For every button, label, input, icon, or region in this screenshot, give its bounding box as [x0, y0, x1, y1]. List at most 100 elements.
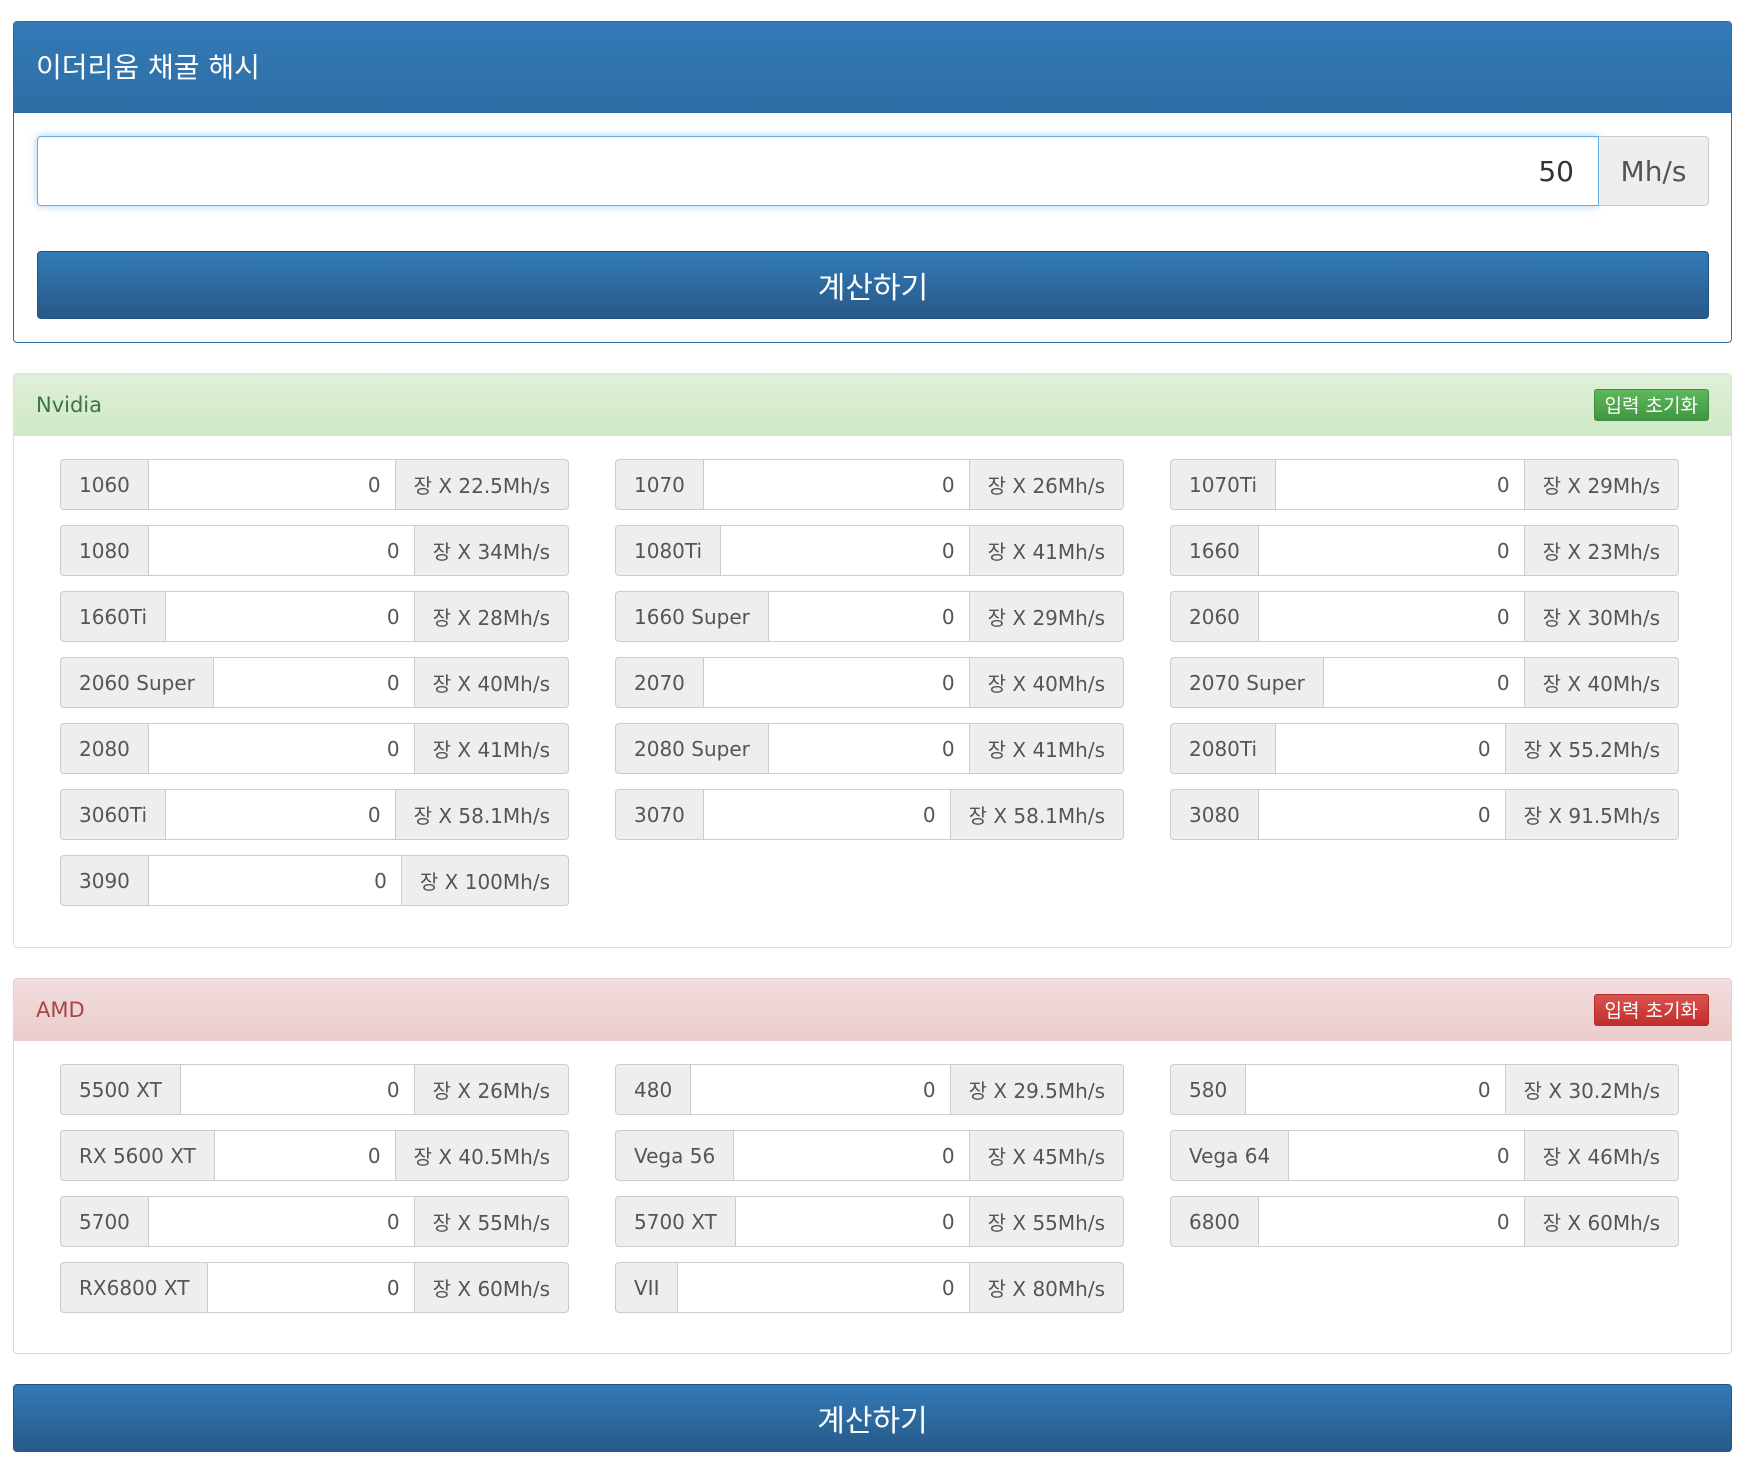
gpu-count-input[interactable] [1245, 1064, 1506, 1115]
gpu-hashrate-label: 장 X 55.2Mh/s [1505, 723, 1679, 774]
gpu-model-label: 2080 Super [615, 723, 768, 774]
gpu-input-group: 2070 Super 장 X 40Mh/s [1170, 657, 1679, 708]
amd-reset-button[interactable]: 입력 초기화 [1593, 993, 1709, 1026]
gpu-count-input[interactable] [690, 1064, 951, 1115]
gpu-input-group: 2060 장 X 30Mh/s [1170, 591, 1679, 642]
gpu-count-input[interactable] [147, 1196, 415, 1247]
gpu-count-input[interactable] [1275, 723, 1506, 774]
gpu-hashrate-label: 장 X 29.5Mh/s [950, 1064, 1124, 1115]
gpu-hashrate-label: 장 X 29Mh/s [969, 591, 1124, 642]
gpu-count-input[interactable] [207, 1262, 415, 1313]
gpu-count-input[interactable] [702, 459, 970, 510]
hash-rate-input[interactable] [37, 136, 1599, 206]
gpu-count-input[interactable] [767, 591, 970, 642]
gpu-count-input[interactable] [147, 723, 415, 774]
gpu-count-input[interactable] [733, 1130, 970, 1181]
gpu-model-label: 2060 [1170, 591, 1258, 642]
gpu-hashrate-label: 장 X 34Mh/s [414, 525, 569, 576]
gpu-hashrate-label: 장 X 40.5Mh/s [395, 1130, 569, 1181]
gpu-input-group: 1080 장 X 34Mh/s [60, 525, 569, 576]
gpu-hashrate-label: 장 X 100Mh/s [401, 855, 569, 906]
gpu-count-input[interactable] [147, 459, 396, 510]
nvidia-panel-heading: Nvidia 입력 초기화 [14, 374, 1731, 436]
gpu-count-input[interactable] [702, 789, 951, 840]
calculator-page: 이더리움 채굴 해시 Mh/s 계산하기 Nvidia 입력 초기화 1060 장… [0, 0, 1744, 1466]
gpu-count-input[interactable] [702, 657, 970, 708]
gpu-input-group: Vega 56 장 X 45Mh/s [615, 1130, 1124, 1181]
gpu-count-input[interactable] [179, 1064, 415, 1115]
gpu-hashrate-label: 장 X 26Mh/s [414, 1064, 569, 1115]
hash-unit-addon: Mh/s [1599, 136, 1709, 206]
gpu-model-label: RX 5600 XT [60, 1130, 214, 1181]
gpu-input-group: 480 장 X 29.5Mh/s [615, 1064, 1124, 1115]
gpu-hashrate-label: 장 X 58.1Mh/s [950, 789, 1124, 840]
gpu-model-label: 1660 [1170, 525, 1258, 576]
gpu-count-input[interactable] [165, 789, 396, 840]
gpu-count-input[interactable] [1275, 459, 1525, 510]
gpu-count-input[interactable] [720, 525, 970, 576]
gpu-hashrate-label: 장 X 40Mh/s [969, 657, 1124, 708]
gpu-input-group: 1660 장 X 23Mh/s [1170, 525, 1679, 576]
gpu-input-group: 1080Ti 장 X 41Mh/s [615, 525, 1124, 576]
gpu-model-label: RX6800 XT [60, 1262, 208, 1313]
gpu-count-input[interactable] [1257, 789, 1506, 840]
gpu-model-label: 3070 [615, 789, 703, 840]
amd-panel-title: AMD [36, 997, 85, 1022]
gpu-input-group: 3090 장 X 100Mh/s [60, 855, 569, 906]
gpu-hashrate-label: 장 X 28Mh/s [414, 591, 569, 642]
gpu-input-group: 6800 장 X 60Mh/s [1170, 1196, 1679, 1247]
gpu-model-label: Vega 64 [1170, 1130, 1289, 1181]
nvidia-reset-button[interactable]: 입력 초기화 [1593, 388, 1709, 421]
gpu-input-group: 2070 장 X 40Mh/s [615, 657, 1124, 708]
gpu-input-group: 1060 장 X 22.5Mh/s [60, 459, 569, 510]
gpu-input-group: 5700 장 X 55Mh/s [60, 1196, 569, 1247]
gpu-count-input[interactable] [767, 723, 970, 774]
gpu-input-group: VII 장 X 80Mh/s [615, 1262, 1124, 1313]
calculate-button-top[interactable]: 계산하기 [37, 251, 1709, 319]
gpu-count-input[interactable] [677, 1262, 970, 1313]
gpu-hashrate-label: 장 X 91.5Mh/s [1505, 789, 1679, 840]
gpu-hashrate-label: 장 X 30Mh/s [1524, 591, 1679, 642]
gpu-count-input[interactable] [1288, 1130, 1525, 1181]
gpu-input-group: 2060 Super 장 X 40Mh/s [60, 657, 569, 708]
gpu-input-group: 5700 XT 장 X 55Mh/s [615, 1196, 1124, 1247]
gpu-model-label: 1080Ti [615, 525, 721, 576]
gpu-input-group: 1070 장 X 26Mh/s [615, 459, 1124, 510]
gpu-hashrate-label: 장 X 41Mh/s [969, 723, 1124, 774]
amd-panel-heading: AMD 입력 초기화 [14, 979, 1731, 1041]
amd-panel: AMD 입력 초기화 5500 XT 장 X 26Mh/s 480 장 X 29.5M… [13, 978, 1732, 1354]
gpu-model-label: 1660Ti [60, 591, 166, 642]
gpu-count-input[interactable] [1322, 657, 1525, 708]
gpu-model-label: 480 [615, 1064, 691, 1115]
gpu-count-input[interactable] [147, 855, 402, 906]
nvidia-gpu-grid: 1060 장 X 22.5Mh/s 1070 장 X 26Mh/s 1070Ti 장 X … [60, 459, 1684, 906]
nvidia-panel: Nvidia 입력 초기화 1060 장 X 22.5Mh/s 1070 장 X 26… [13, 373, 1732, 948]
gpu-hashrate-label: 장 X 60Mh/s [1524, 1196, 1679, 1247]
gpu-count-input[interactable] [212, 657, 415, 708]
gpu-hashrate-label: 장 X 45Mh/s [969, 1130, 1124, 1181]
gpu-model-label: 3080 [1170, 789, 1258, 840]
calculate-button-bottom[interactable]: 계산하기 [13, 1384, 1732, 1452]
gpu-hashrate-label: 장 X 46Mh/s [1524, 1130, 1679, 1181]
gpu-model-label: 5700 [60, 1196, 148, 1247]
gpu-hashrate-label: 장 X 55Mh/s [969, 1196, 1124, 1247]
gpu-hashrate-label: 장 X 23Mh/s [1524, 525, 1679, 576]
gpu-hashrate-label: 장 X 22.5Mh/s [395, 459, 569, 510]
gpu-model-label: 5500 XT [60, 1064, 180, 1115]
hash-panel: 이더리움 채굴 해시 Mh/s 계산하기 [13, 21, 1732, 343]
gpu-model-label: 1660 Super [615, 591, 768, 642]
gpu-model-label: 3090 [60, 855, 148, 906]
gpu-input-group: 580 장 X 30.2Mh/s [1170, 1064, 1679, 1115]
gpu-count-input[interactable] [1257, 525, 1525, 576]
gpu-count-input[interactable] [147, 525, 415, 576]
gpu-count-input[interactable] [1257, 1196, 1525, 1247]
gpu-input-group: 1660Ti 장 X 28Mh/s [60, 591, 569, 642]
gpu-count-input[interactable] [1257, 591, 1525, 642]
gpu-model-label: 2060 Super [60, 657, 213, 708]
gpu-hashrate-label: 장 X 41Mh/s [414, 723, 569, 774]
gpu-count-input[interactable] [165, 591, 415, 642]
gpu-count-input[interactable] [213, 1130, 396, 1181]
gpu-count-input[interactable] [734, 1196, 970, 1247]
gpu-input-group: 1660 Super 장 X 29Mh/s [615, 591, 1124, 642]
gpu-model-label: 2070 [615, 657, 703, 708]
